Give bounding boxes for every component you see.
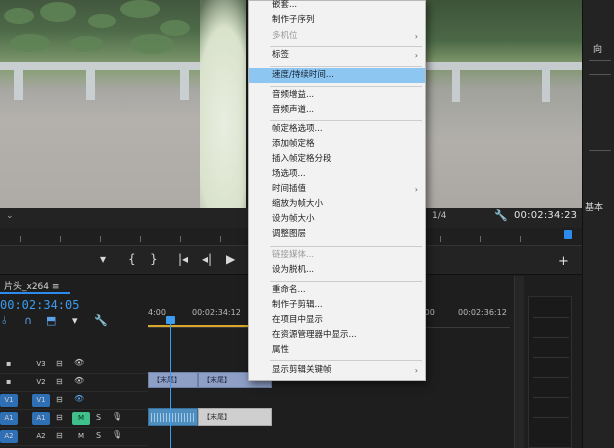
microphone-icon[interactable]: 🎙 — [112, 412, 122, 421]
chevron-down-icon[interactable]: ⌄ — [6, 211, 14, 221]
track-label-v3[interactable]: V3 — [32, 358, 50, 371]
menu-item-label[interactable]: 标签 › — [249, 48, 425, 63]
solo-button[interactable]: S — [96, 413, 101, 422]
menu-item-time-interpolation[interactable]: 时间插值 › — [249, 182, 425, 197]
program-monitor-video-right — [426, 0, 582, 208]
menu-item-link-media: 链接媒体... — [272, 250, 315, 260]
sync-icon[interactable]: ⊟ — [56, 413, 63, 422]
clip-label: 【末尾】 — [203, 413, 231, 421]
timeline-playhead[interactable] — [170, 316, 171, 448]
wrench-icon[interactable]: 🔧 — [494, 209, 508, 222]
sync-icon[interactable]: ⊟ — [56, 431, 63, 440]
menu-item-insert-frame-hold[interactable]: 插入帧定格分段 — [249, 152, 425, 167]
menu-item-field-options[interactable]: 场选项... — [249, 167, 425, 182]
menu-item-multicam: 多机位 › — [249, 29, 425, 44]
add-button-icon[interactable]: + — [558, 254, 569, 269]
clip-label: 【末尾】 — [203, 376, 231, 384]
zoom-select[interactable]: 1/4 — [432, 211, 446, 221]
context-menu: 嵌套... 制作子序列 多机位 › 标签 › 速度/持续时间... 音频增益... … — [248, 0, 426, 381]
menu-item-reveal-in-project[interactable]: 在项目中显示 — [249, 313, 425, 328]
right-panel-label-top: 向 — [593, 45, 603, 55]
menu-item-scale-to-frame[interactable]: 缩放为帧大小 — [249, 197, 425, 212]
video-clip[interactable]: 【末尾】 — [148, 372, 198, 388]
source-patch-a1[interactable]: A1 — [0, 412, 18, 425]
mute-button[interactable]: M — [72, 412, 90, 425]
track-label-a1[interactable]: A1 — [32, 412, 50, 425]
add-marker-icon[interactable]: ▾ — [100, 252, 106, 266]
ruler-label: 00:02:34:12 — [192, 308, 241, 317]
menu-item-reveal-in-explorer[interactable]: 在资源管理器中显示... — [249, 328, 425, 343]
clip-label: 【末尾】 — [153, 376, 181, 384]
sequence-tab[interactable]: 片头_x264 ≡ — [4, 279, 59, 292]
add-marker-timeline-icon[interactable]: ⬒ — [46, 314, 56, 327]
lock-icon[interactable]: ▪ — [6, 377, 11, 386]
chevron-right-icon: › — [414, 366, 418, 375]
right-panel: 向 基本 — [582, 0, 614, 448]
marker-icon[interactable]: ▾ — [72, 314, 78, 327]
track-row-v1: V1 V1 ⊟ 👁 — [0, 392, 148, 410]
lock-icon[interactable]: ▪ — [6, 359, 11, 368]
menu-item-adjustment-layer[interactable]: 调整图层 — [249, 227, 425, 242]
track-row-v3: V3 ▪ ⊟ 👁 — [0, 356, 148, 374]
eye-icon[interactable]: 👁 — [74, 394, 84, 403]
audio-clip[interactable] — [148, 408, 198, 426]
menu-item-audio-channels[interactable]: 音频声道... — [249, 103, 425, 118]
monitor-timecode[interactable]: 00:02:34:23 — [514, 210, 577, 221]
microphone-icon[interactable]: 🎙 — [112, 430, 122, 439]
chevron-right-icon: › — [414, 32, 418, 41]
track-row-a1: A1 A1 ⊟ M S 🎙 — [0, 410, 148, 428]
menu-item-audio-gain[interactable]: 音频增益... — [249, 88, 425, 103]
sync-icon[interactable]: ⊟ — [56, 377, 63, 386]
menu-item-properties[interactable]: 属性 — [249, 343, 425, 358]
track-row-a2: A2 A2 ⊟ M S 🎙 — [0, 428, 148, 446]
sequence-name: 片头_x264 — [4, 282, 50, 292]
timeline-playhead-handle[interactable] — [166, 316, 175, 324]
menu-item-add-frame-hold[interactable]: 添加帧定格 — [249, 137, 425, 152]
sequence-timecode[interactable]: 00:02:34:05 — [0, 298, 79, 312]
program-monitor-video — [0, 0, 246, 208]
right-panel-label-mid: 基本 — [585, 203, 604, 213]
step-back-icon[interactable]: ◂| — [202, 252, 212, 266]
wrench-timeline-icon[interactable]: 🔧 — [94, 314, 108, 327]
mark-out-icon[interactable]: } — [150, 252, 158, 266]
menu-item-set-to-frame[interactable]: 设为帧大小 — [249, 212, 425, 227]
eye-icon[interactable]: 👁 — [74, 358, 84, 367]
source-patch-a2[interactable]: A2 — [0, 430, 18, 443]
track-row-v2: V2 ▪ ⊟ 👁 — [0, 374, 148, 392]
track-label-a2[interactable]: A2 — [32, 430, 50, 443]
go-to-in-icon[interactable]: |◂ — [178, 252, 188, 266]
track-label-v1[interactable]: V1 — [32, 394, 50, 407]
timeline-vertical-scrollbar[interactable] — [514, 276, 524, 448]
ruler-label: 4:00 — [148, 308, 166, 317]
source-patch-v1[interactable]: V1 — [0, 394, 18, 407]
monitor-playhead[interactable] — [564, 230, 572, 239]
sync-icon[interactable]: ⊟ — [56, 395, 63, 404]
audio-clip[interactable]: 【末尾】 — [198, 408, 272, 426]
play-icon[interactable]: ▶ — [226, 252, 235, 266]
eye-icon[interactable]: 👁 — [74, 376, 84, 385]
menu-item-frame-hold-options[interactable]: 帧定格选项... — [249, 122, 425, 137]
ruler-label: 00:02:36:12 — [458, 308, 507, 317]
sync-icon[interactable]: ⊟ — [56, 359, 63, 368]
track-label-v2[interactable]: V2 — [32, 376, 50, 389]
menu-item-make-subsequence[interactable]: 制作子序列 — [249, 13, 425, 28]
linked-selection-icon[interactable]: ∩ — [24, 314, 32, 327]
sequence-tab-underline — [0, 292, 70, 294]
mute-button[interactable]: M — [72, 430, 90, 443]
menu-item-make-subclip[interactable]: 制作子剪辑... — [249, 298, 425, 313]
chevron-right-icon: › — [414, 185, 418, 194]
audio-meter — [528, 296, 572, 448]
menu-item-show-clip-keyframes[interactable]: 显示剪辑关键帧 › — [249, 363, 425, 378]
solo-button[interactable]: S — [96, 431, 101, 440]
snap-icon[interactable]: ⫰ — [2, 314, 7, 328]
menu-icon[interactable]: ≡ — [52, 282, 60, 292]
menu-item-rename[interactable]: 重命名... — [249, 283, 425, 298]
menu-item-speed-duration[interactable]: 速度/持续时间... — [249, 68, 425, 83]
menu-item-nest[interactable]: 嵌套... — [249, 0, 425, 13]
menu-item-make-offline[interactable]: 设为脱机... — [249, 263, 425, 278]
chevron-right-icon: › — [414, 51, 418, 60]
mark-in-icon[interactable]: { — [128, 252, 136, 266]
